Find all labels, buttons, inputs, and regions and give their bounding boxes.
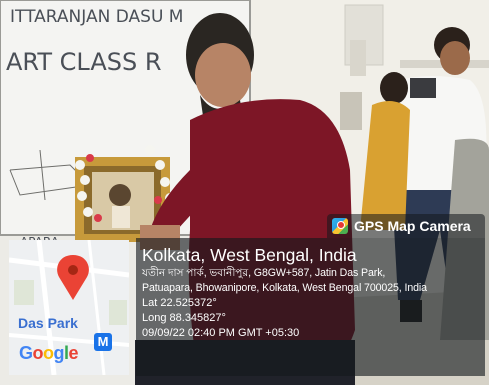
board-line-2: ART CLASS R	[6, 48, 162, 76]
board-line-1: ITTARANJAN DASU M	[10, 7, 183, 27]
google-logo: Google	[19, 343, 79, 363]
timestamp: 09/09/22 02:40 PM GMT +05:30	[142, 327, 300, 339]
location-title: Kolkata, West Bengal, India	[142, 245, 357, 265]
longitude: Long 88.345827°	[142, 312, 226, 324]
gps-map-camera-icon	[332, 218, 348, 234]
map-place-label: Das Park	[18, 315, 78, 331]
gps-badge-title: GPS Map Camera	[354, 218, 471, 234]
gps-camera-badge: GPS Map Camera	[327, 214, 485, 238]
location-info-panel: Kolkata, West Bengal, India যতীন দাস পার…	[136, 238, 485, 376]
photo-frame: ITTARANJAN DASU M ART CLASS R APARA	[0, 0, 489, 385]
address-line-1: যতীন দাস পার্ক, ভবানীপুর, G8GW+587, Jati…	[142, 267, 386, 279]
address-line-2: Patuapara, Bhowanipore, Kolkata, West Be…	[142, 282, 427, 294]
latitude: Lat 22.525372°	[142, 297, 217, 309]
map-thumbnail: Das Park M Google	[9, 240, 129, 375]
metro-badge-icon: M	[94, 333, 112, 351]
